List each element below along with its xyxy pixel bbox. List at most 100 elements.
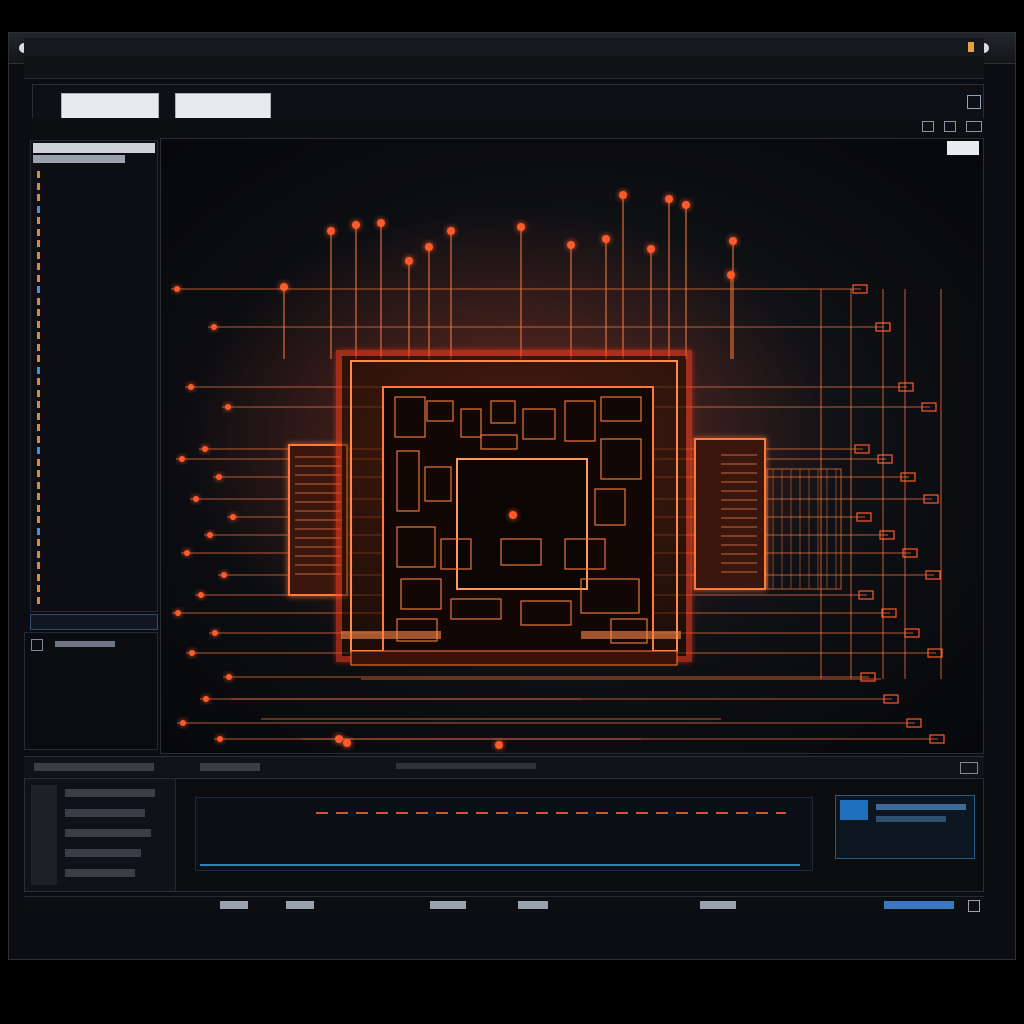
layer-color-icon xyxy=(37,493,40,501)
layer-item[interactable] xyxy=(37,215,153,227)
side-module-right xyxy=(694,438,766,590)
layer-item[interactable] xyxy=(37,192,153,204)
layer-item[interactable] xyxy=(37,468,153,480)
layer-item[interactable] xyxy=(37,526,153,538)
layer-item[interactable] xyxy=(37,204,153,216)
layer-item[interactable] xyxy=(37,411,153,423)
taskbar-item[interactable] xyxy=(286,901,314,909)
layer-item[interactable] xyxy=(37,514,153,526)
layer-item[interactable] xyxy=(37,181,153,193)
layer-item[interactable] xyxy=(37,457,153,469)
layer-item[interactable] xyxy=(37,238,153,250)
panel-header xyxy=(33,143,155,153)
file-entry[interactable] xyxy=(65,849,141,857)
layer-tree-panel xyxy=(30,140,158,612)
taskbar-item[interactable] xyxy=(518,901,548,909)
layer-color-icon xyxy=(37,504,40,512)
layer-item[interactable] xyxy=(37,388,153,400)
layer-color-icon xyxy=(37,527,40,535)
bottom-dock xyxy=(24,778,984,892)
layer-item[interactable] xyxy=(37,422,153,434)
connector-node xyxy=(447,227,455,235)
layer-item[interactable] xyxy=(37,227,153,239)
settings-icon[interactable] xyxy=(967,95,981,109)
file-entry[interactable] xyxy=(65,829,151,837)
layer-color-icon xyxy=(37,320,40,328)
layer-color-icon xyxy=(37,562,40,570)
layer-color-icon xyxy=(37,412,40,420)
layer-item[interactable] xyxy=(37,261,153,273)
canvas-mode-button[interactable] xyxy=(947,141,979,155)
layer-item[interactable] xyxy=(37,434,153,446)
connector-node xyxy=(377,219,385,227)
circuit-board-render[interactable] xyxy=(161,139,983,753)
center-node xyxy=(509,511,517,519)
connector-node xyxy=(226,674,232,680)
layer-item[interactable] xyxy=(37,399,153,411)
connector-node xyxy=(602,235,610,243)
output-console[interactable] xyxy=(195,797,813,871)
connector-node xyxy=(682,201,690,209)
layer-color-icon xyxy=(37,481,40,489)
layer-item[interactable] xyxy=(37,250,153,262)
layer-item[interactable] xyxy=(37,480,153,492)
layer-color-icon xyxy=(37,366,40,374)
property-field[interactable] xyxy=(61,93,159,121)
grid-icon[interactable] xyxy=(944,121,956,132)
notification-icon[interactable] xyxy=(968,900,980,912)
connector-node xyxy=(327,227,335,235)
file-entry[interactable] xyxy=(65,869,135,877)
connector-node xyxy=(212,630,218,636)
status-segment xyxy=(396,763,536,769)
layer-item[interactable] xyxy=(37,549,153,561)
file-entry[interactable] xyxy=(65,809,145,817)
layer-item[interactable] xyxy=(37,330,153,342)
layer-color-icon xyxy=(37,343,40,351)
layer-color-icon xyxy=(37,573,40,581)
layer-item[interactable] xyxy=(37,537,153,549)
layer-item[interactable] xyxy=(37,319,153,331)
taskbar-item[interactable] xyxy=(884,901,954,909)
layer-item[interactable] xyxy=(37,503,153,515)
layer-item[interactable] xyxy=(37,572,153,584)
property-field[interactable] xyxy=(175,93,271,121)
connector-node xyxy=(203,696,209,702)
layer-item[interactable] xyxy=(37,169,153,181)
connector-node xyxy=(189,650,195,656)
layer-item[interactable] xyxy=(37,595,153,607)
warning-icon xyxy=(968,42,974,52)
layer-item[interactable] xyxy=(37,365,153,377)
layer-item[interactable] xyxy=(37,284,153,296)
connector-node xyxy=(193,496,199,502)
preview-thumbnail[interactable] xyxy=(835,795,975,859)
layer-item[interactable] xyxy=(37,353,153,365)
expand-icon[interactable] xyxy=(31,639,43,651)
taskbar-item[interactable] xyxy=(700,901,736,909)
file-entry[interactable] xyxy=(65,789,155,797)
layer-color-icon xyxy=(37,355,40,363)
preview-line xyxy=(876,816,946,822)
connector-node xyxy=(729,237,737,245)
layer-item[interactable] xyxy=(37,342,153,354)
layer-item[interactable] xyxy=(37,376,153,388)
menu-bar xyxy=(32,118,984,136)
connector-node xyxy=(425,243,433,251)
layer-color-icon xyxy=(37,470,40,478)
layer-item[interactable] xyxy=(37,307,153,319)
layer-item[interactable] xyxy=(37,445,153,457)
view-icon[interactable] xyxy=(966,121,982,132)
layer-item[interactable] xyxy=(37,273,153,285)
taskbar-item[interactable] xyxy=(430,901,466,909)
taskbar-item[interactable] xyxy=(220,901,248,909)
layer-item[interactable] xyxy=(37,583,153,595)
layer-item[interactable] xyxy=(37,491,153,503)
zoom-icon[interactable] xyxy=(960,762,978,774)
layer-item[interactable] xyxy=(37,296,153,308)
connector-node xyxy=(619,191,627,199)
layer-color-icon xyxy=(37,297,40,305)
layer-color-icon xyxy=(37,263,40,271)
layer-item[interactable] xyxy=(37,560,153,572)
inspector-label xyxy=(55,641,115,647)
layers-icon[interactable] xyxy=(922,121,934,132)
schematic-canvas[interactable] xyxy=(160,138,984,754)
